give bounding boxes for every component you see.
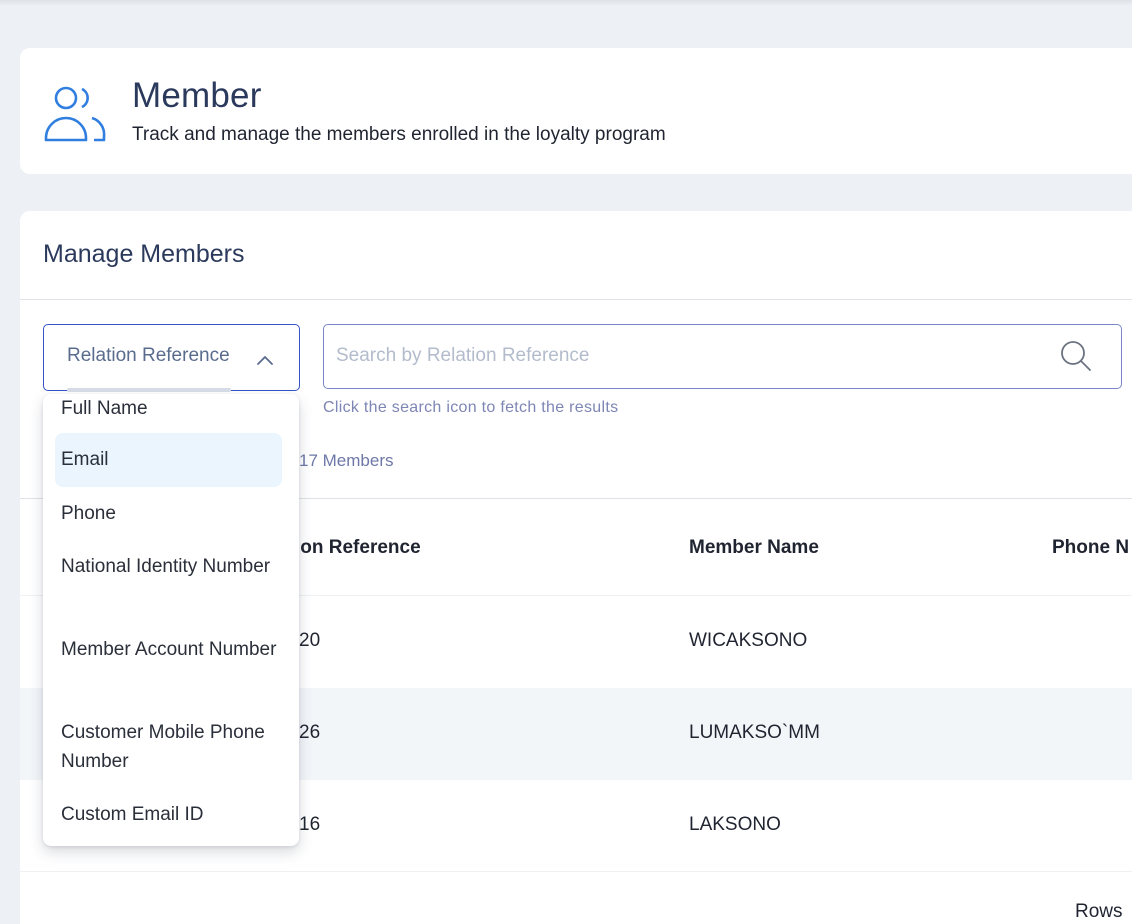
cell-relation-reference: 16 — [299, 814, 321, 835]
dropdown-option-email[interactable]: Email — [55, 433, 282, 487]
section-title: Manage Members — [43, 240, 245, 268]
search-icon[interactable] — [1059, 339, 1093, 373]
users-icon — [44, 86, 106, 142]
dropdown-option-member-account-number[interactable]: Member Account Number — [55, 635, 282, 664]
dropdown-option-phone[interactable]: Phone — [55, 499, 282, 528]
search-input[interactable]: Search by Relation Reference — [323, 324, 1122, 389]
rows-per-page-label: Rows — [1075, 901, 1123, 922]
dropdown-option-full-name[interactable]: Full Name — [55, 394, 282, 430]
page-title: Member — [132, 76, 262, 115]
top-bar-shadow — [0, 0, 1132, 6]
table-bottom-divider — [20, 871, 1132, 872]
cell-member-name: LAKSONO — [689, 814, 781, 835]
section-divider — [20, 299, 1132, 300]
dropdown-option-national-identity-number[interactable]: National Identity Number — [55, 552, 282, 581]
search-helper-text: Click the search icon to fetch the resul… — [323, 399, 619, 416]
cell-relation-reference: 26 — [299, 722, 321, 743]
column-header-phone[interactable]: Phone N — [1052, 537, 1129, 559]
cell-member-name: WICAKSONO — [689, 630, 808, 651]
search-field-dropdown: Full Name Email Phone National Identity … — [43, 394, 299, 846]
cell-member-name: LUMAKSO`MM — [689, 722, 820, 743]
chevron-up-icon — [257, 356, 273, 365]
search-field-select[interactable]: Relation Reference — [43, 324, 300, 392]
search-field-select-value: Relation Reference — [67, 345, 230, 366]
page-subtitle: Track and manage the members enrolled in… — [132, 124, 666, 145]
column-header-member-name[interactable]: Member Name — [689, 537, 819, 559]
column-header-relation-reference[interactable]: ion Reference — [295, 537, 421, 559]
select-focus-indicator — [67, 388, 231, 392]
search-placeholder: Search by Relation Reference — [336, 345, 590, 366]
dropdown-option-custom-email-id[interactable]: Custom Email ID — [55, 800, 282, 829]
cell-relation-reference: 20 — [299, 630, 321, 651]
dropdown-option-customer-mobile-phone-number[interactable]: Customer Mobile Phone Number — [55, 718, 282, 776]
page-header: Member Track and manage the members enro… — [20, 48, 1132, 174]
